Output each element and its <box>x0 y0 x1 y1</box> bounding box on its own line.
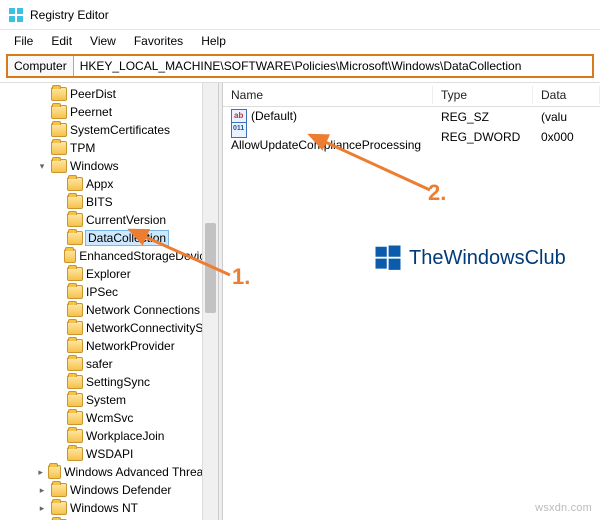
chevron-right-icon[interactable]: ▸ <box>36 485 48 496</box>
tree-node[interactable]: WSDAPI <box>50 445 218 463</box>
window-title: Registry Editor <box>30 8 109 22</box>
menu-bar: File Edit View Favorites Help <box>0 30 600 52</box>
windows-flag-icon <box>373 243 403 273</box>
tree-node[interactable]: ▸ Windows Advanced Threat P <box>34 463 218 481</box>
branding-text: TheWindowsClub <box>409 247 566 270</box>
value-type: REG_DWORD <box>433 130 533 144</box>
value-data: (valu <box>533 110 600 124</box>
chevron-right-icon[interactable]: ▸ <box>36 503 48 514</box>
folder-icon <box>67 339 83 353</box>
annotation-label-2: 2. <box>428 180 446 206</box>
tree-node[interactable]: WcmSvc <box>50 409 218 427</box>
tree-node-label: Appx <box>86 177 113 191</box>
folder-icon <box>51 141 67 155</box>
tree-node-label: System <box>86 393 126 407</box>
folder-icon <box>67 321 83 335</box>
chevron-down-icon[interactable]: ▾ <box>36 161 48 172</box>
watermark: wsxdn.com <box>535 502 592 514</box>
col-type[interactable]: Type <box>433 86 533 104</box>
folder-icon <box>67 213 83 227</box>
tree-node-label: Peernet <box>70 105 112 119</box>
title-bar: Registry Editor <box>0 0 600 30</box>
address-bar[interactable]: Computer HKEY_LOCAL_MACHINE\SOFTWARE\Pol… <box>6 54 594 78</box>
folder-icon <box>67 393 83 407</box>
menu-favorites[interactable]: Favorites <box>126 32 191 50</box>
value-type: REG_SZ <box>433 110 533 124</box>
folder-icon <box>67 177 83 191</box>
menu-edit[interactable]: Edit <box>43 32 80 50</box>
folder-icon <box>64 249 76 263</box>
tree-node[interactable]: Appx <box>50 175 218 193</box>
tree-node-label: WorkplaceJoin <box>86 429 164 443</box>
tree-node-label: IPSec <box>86 285 118 299</box>
folder-icon <box>67 231 83 245</box>
tree-node-label: BITS <box>86 195 113 209</box>
key-tree[interactable]: PeerDist Peernet SystemCertificates TPM ▾ Win… <box>0 83 218 520</box>
menu-file[interactable]: File <box>6 32 41 50</box>
folder-icon <box>51 123 67 137</box>
value-data: 0x000 <box>533 130 600 144</box>
annotation-arrow-1 <box>120 225 240 285</box>
regedit-icon <box>8 7 24 23</box>
tree-scrollbar[interactable] <box>202 83 218 520</box>
folder-icon <box>67 285 83 299</box>
tree-node-label: Windows Advanced Threat P <box>64 465 218 479</box>
col-data[interactable]: Data <box>533 86 600 104</box>
tree-node[interactable]: PeerDist <box>34 85 218 103</box>
tree-node-label: TPM <box>70 141 95 155</box>
address-path[interactable]: HKEY_LOCAL_MACHINE\SOFTWARE\Policies\Mic… <box>74 56 592 76</box>
tree-node[interactable]: System <box>50 391 218 409</box>
folder-icon <box>67 267 83 281</box>
tree-node-label: WcmSvc <box>86 411 133 425</box>
column-headers: Name Type Data <box>223 83 600 107</box>
folder-icon <box>67 357 83 371</box>
address-root-label: Computer <box>8 56 74 76</box>
folder-icon <box>48 465 61 479</box>
tree-node-label: Network Connections <box>86 303 200 317</box>
tree-node[interactable]: IPSec <box>50 283 218 301</box>
tree-node[interactable]: NetworkProvider <box>50 337 218 355</box>
tree-node-label: NetworkConnectivityStat <box>86 321 217 335</box>
folder-icon <box>67 303 83 317</box>
reg-dword-icon <box>231 122 247 138</box>
tree-node-label: PeerDist <box>70 87 116 101</box>
menu-help[interactable]: Help <box>193 32 234 50</box>
folder-icon <box>51 483 67 497</box>
tree-node[interactable]: WorkplaceJoin <box>50 427 218 445</box>
annotation-label-1: 1. <box>232 264 250 290</box>
tree-node-label: Windows NT <box>70 501 138 515</box>
tree-node[interactable]: NetworkConnectivityStat <box>50 319 218 337</box>
menu-view[interactable]: View <box>82 32 124 50</box>
folder-icon <box>51 87 67 101</box>
folder-icon <box>67 429 83 443</box>
folder-icon <box>51 105 67 119</box>
tree-node-label: safer <box>86 357 113 371</box>
tree-node[interactable]: ▸ Windows NT <box>34 499 218 517</box>
folder-icon <box>67 411 83 425</box>
tree-node[interactable]: Network Connections <box>50 301 218 319</box>
folder-icon <box>51 501 67 515</box>
folder-icon <box>51 159 67 173</box>
tree-node-label: Windows <box>70 159 119 173</box>
tree-node-label: SettingSync <box>86 375 150 389</box>
tree-node-label: SystemCertificates <box>70 123 170 137</box>
branding-logo: TheWindowsClub <box>373 243 566 273</box>
col-name[interactable]: Name <box>223 86 433 104</box>
tree-node-label: WSDAPI <box>86 447 133 461</box>
folder-icon <box>67 195 83 209</box>
tree-node[interactable]: Peernet <box>34 103 218 121</box>
tree-node[interactable]: safer <box>50 355 218 373</box>
chevron-right-icon[interactable]: ▸ <box>36 467 45 478</box>
folder-icon <box>67 375 83 389</box>
tree-node[interactable]: ▸ Windows Defender <box>34 481 218 499</box>
folder-icon <box>67 447 83 461</box>
tree-node[interactable]: TPM <box>34 139 218 157</box>
tree-node[interactable]: BITS <box>50 193 218 211</box>
tree-node-label: Windows Defender <box>70 483 171 497</box>
tree-node[interactable]: ▾ Windows <box>34 157 218 175</box>
tree-node[interactable]: SettingSync <box>50 373 218 391</box>
tree-node[interactable]: SystemCertificates <box>34 121 218 139</box>
tree-node-label: NetworkProvider <box>86 339 175 353</box>
annotation-arrow-2 <box>300 130 440 200</box>
